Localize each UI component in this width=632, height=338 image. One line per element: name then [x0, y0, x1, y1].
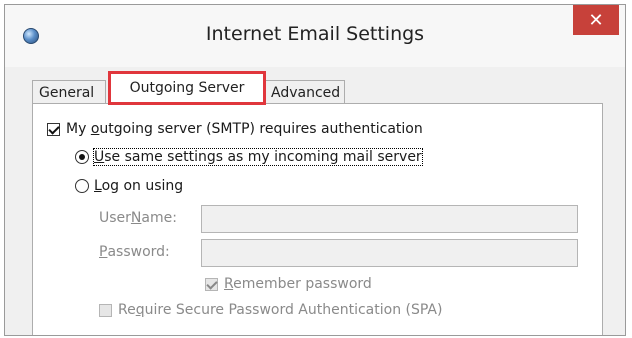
password-label: Password:: [99, 244, 170, 260]
spa-option[interactable]: Require Secure Password Authentication (…: [99, 302, 442, 318]
spa-label: Require Secure Password Authentication (…: [118, 302, 443, 318]
title-bar: Internet Email Settings ✕: [5, 5, 625, 67]
tab-strip: General Outgoing Server Advanced: [5, 67, 625, 105]
tab-outgoing-server[interactable]: Outgoing Server: [108, 71, 266, 105]
tab-general-label: General: [39, 84, 95, 101]
tab-general[interactable]: General: [32, 80, 106, 104]
tab-advanced-label: Advanced: [271, 84, 341, 101]
tab-advanced[interactable]: Advanced: [264, 80, 345, 104]
requires-auth-label: My outgoing server (SMTP) requires authe…: [66, 121, 423, 137]
user-name-input[interactable]: [201, 205, 578, 233]
close-icon: ✕: [588, 9, 604, 31]
remember-password-option[interactable]: Remember password: [205, 276, 372, 292]
same-settings-label: Use same settings as my incoming mail se…: [93, 148, 423, 166]
password-input[interactable]: [201, 239, 578, 267]
tab-outgoing-server-label: Outgoing Server: [129, 80, 245, 96]
log-on-label: Log on using: [94, 178, 184, 194]
log-on-option[interactable]: Log on using: [75, 178, 183, 194]
email-settings-dialog: Internet Email Settings ✕ General Outgoi…: [4, 4, 626, 336]
user-name-label: User Name:: [99, 210, 177, 226]
requires-auth-option[interactable]: My outgoing server (SMTP) requires authe…: [47, 121, 423, 137]
outgoing-server-panel: My outgoing server (SMTP) requires authe…: [32, 103, 603, 335]
same-settings-option[interactable]: Use same settings as my incoming mail se…: [75, 148, 423, 166]
dialog-title: Internet Email Settings: [205, 23, 425, 45]
requires-auth-checkbox[interactable]: [47, 122, 60, 136]
remember-password-checkbox[interactable]: [205, 277, 218, 291]
remember-password-label: Remember password: [224, 276, 372, 292]
log-on-radio[interactable]: [75, 179, 89, 193]
spa-checkbox[interactable]: [99, 303, 112, 317]
close-button[interactable]: ✕: [573, 5, 619, 35]
same-settings-radio[interactable]: [75, 150, 89, 164]
